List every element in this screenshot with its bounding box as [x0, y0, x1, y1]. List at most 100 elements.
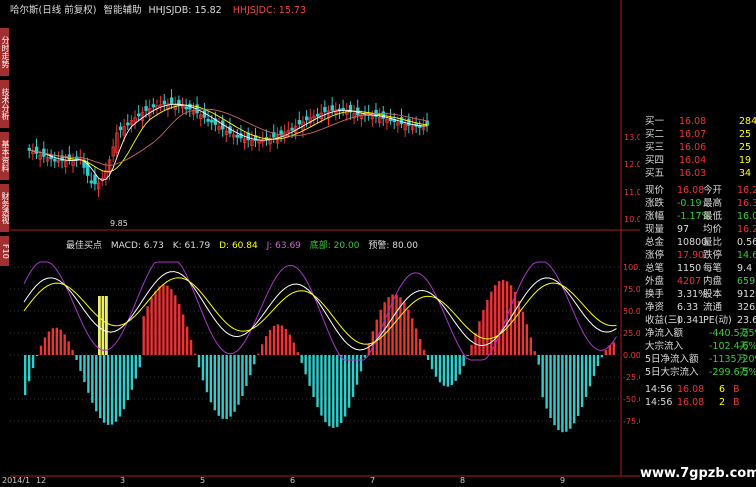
macd-bar	[83, 355, 86, 382]
bid-price: 16.08	[679, 116, 707, 127]
macd-bar	[304, 355, 307, 375]
macd-bar	[264, 336, 268, 355]
quote-row: 换手3.31%股本9120万	[641, 288, 756, 301]
candle	[53, 158, 57, 162]
macd-bar	[312, 355, 315, 398]
macd-bar	[466, 355, 469, 357]
macd-readout: MACD: 6.73	[110, 241, 164, 251]
candle	[137, 113, 141, 117]
candle	[34, 146, 39, 154]
quote-row: 买二 16.07 25	[641, 128, 756, 141]
date-tick: 9	[560, 476, 566, 485]
stat-label: 涨停	[645, 250, 665, 261]
date-tick: 8	[460, 476, 466, 485]
macd-bar	[31, 355, 35, 369]
flow-percent: -5%	[739, 367, 756, 378]
bid-price: 16.06	[679, 142, 707, 153]
candle	[210, 119, 214, 123]
buy-signal-bar	[105, 296, 108, 355]
macd-bar	[316, 355, 319, 408]
stat-value: 16.04	[737, 211, 756, 222]
macd-bar	[197, 355, 201, 368]
macd-bar	[509, 285, 513, 355]
macd-bar	[138, 355, 141, 368]
stat-value: 16.20	[737, 224, 756, 235]
date-tick: 7	[370, 476, 376, 485]
macd-bar	[454, 355, 457, 381]
macd-bar	[249, 355, 252, 376]
tick-volume: 2	[719, 397, 726, 408]
price-tick: 13.00	[624, 133, 640, 142]
stat-value: 14.64	[737, 250, 756, 261]
macd-bar	[209, 355, 213, 403]
macd-bar	[584, 355, 588, 397]
macd-bar	[498, 281, 501, 355]
stat-value: 6.33	[677, 302, 699, 313]
macd-bar	[569, 355, 572, 429]
stat-value: 97	[677, 224, 690, 235]
macd-bar	[324, 355, 327, 423]
macd-bar	[162, 284, 165, 355]
stat-value: 0.56	[737, 237, 756, 248]
macd-bar	[486, 300, 489, 355]
candle	[330, 105, 334, 111]
quote-row: 买一 16.08 284	[641, 115, 756, 128]
osc-tick: 75.00	[623, 285, 640, 294]
macd-bar	[95, 355, 98, 412]
candle	[144, 106, 148, 111]
stat-value: 16.28	[737, 185, 756, 196]
macd-bar	[351, 355, 355, 397]
stat-value: 4207	[677, 276, 702, 287]
macd-bar	[189, 339, 193, 355]
macd-bar	[604, 350, 608, 355]
bid-label: 买一	[645, 116, 665, 127]
macd-bar	[280, 325, 284, 355]
candle	[93, 174, 97, 185]
stat-label: 跌停	[703, 250, 723, 261]
macd-bar	[462, 355, 465, 367]
macd-bar	[39, 345, 43, 355]
oscillator-header: 最佳买点 MACD: 6.73 K: 61.79 D: 60.84 J: 63.…	[66, 238, 424, 251]
macd-bar	[308, 355, 311, 386]
macd-bar	[490, 291, 493, 355]
macd-bar	[237, 355, 240, 405]
macd-bar	[43, 337, 47, 355]
stat-value: 16.08	[677, 185, 705, 196]
macd-bar	[458, 355, 461, 375]
macd-bar	[154, 290, 157, 355]
macd-bar	[221, 355, 224, 419]
osc-tick: -50.00	[623, 395, 640, 404]
macd-bar	[588, 355, 592, 387]
stat-value: 9120万	[737, 289, 756, 300]
price-tick: 12.00	[624, 160, 640, 169]
macd-bar	[561, 355, 564, 433]
j-readout: J: 63.69	[266, 241, 301, 251]
stat-label: 今开	[703, 185, 723, 196]
macd-bar	[55, 327, 58, 355]
macd-bar	[170, 289, 173, 355]
macd-bar	[600, 355, 604, 358]
stat-value: 3262万	[737, 302, 756, 313]
date-tick: 6	[290, 476, 296, 485]
macd-bar	[150, 297, 153, 355]
macd-bar	[63, 334, 66, 355]
macd-bar	[87, 355, 90, 393]
stat-value: 1150	[677, 263, 702, 274]
macd-bar	[470, 344, 473, 355]
candle	[162, 100, 167, 105]
macd-bar	[395, 294, 398, 355]
price-tick: 10.00	[624, 215, 640, 224]
quote-row: 5日大宗流入 -299.6万 -5%	[641, 366, 756, 379]
stat-value: -0.19	[677, 198, 702, 209]
macd-bar	[158, 286, 161, 355]
candle	[118, 126, 123, 131]
bid-price: 16.03	[679, 168, 707, 179]
macd-bar	[533, 351, 536, 355]
bid-price: 16.04	[679, 155, 707, 166]
candle	[235, 134, 240, 138]
macd-bar	[185, 326, 189, 355]
candle	[407, 118, 411, 126]
macd-bar	[517, 300, 521, 355]
stat-value: 9.4	[737, 263, 753, 274]
stat-value: 16.37	[737, 198, 756, 209]
